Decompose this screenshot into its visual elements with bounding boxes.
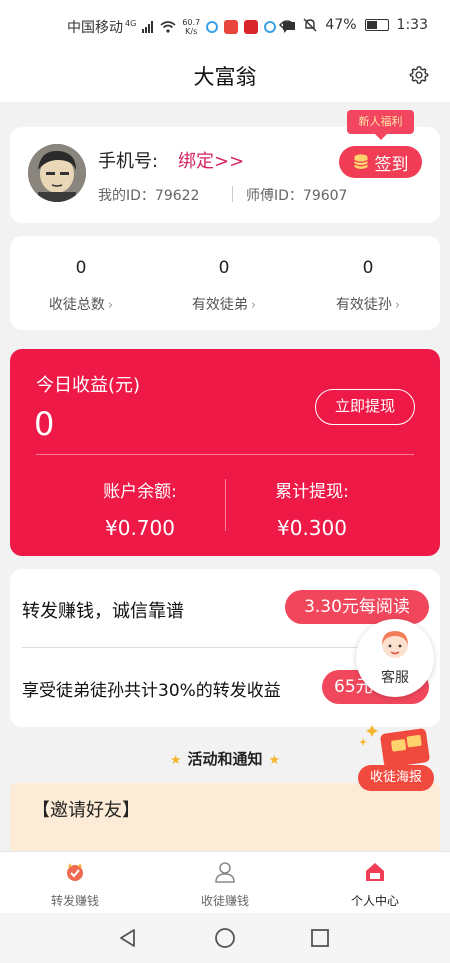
stat-value: 0 (218, 258, 230, 278)
home-icon (366, 863, 384, 881)
status-bar: 中国移动 4G 60.7 K/s 47% 1:33 (0, 0, 450, 52)
poster-label: 收徒海报 (358, 765, 434, 791)
person-icon (215, 862, 235, 883)
chevron-right-icon: › (107, 298, 114, 313)
mute-icon (303, 18, 317, 32)
app-notification-icon (264, 21, 277, 33)
nav-label: 收徒赚钱 (200, 894, 249, 908)
today-earnings-title: 今日收益(元) (36, 375, 141, 396)
app-notification-icon (244, 20, 259, 34)
system-nav-bar (0, 913, 450, 963)
stat-label: 有效徒孙 › (335, 297, 401, 313)
master-id-label: 师傅ID：79607 (246, 188, 348, 204)
today-earnings-value: 0 (34, 405, 55, 443)
nav-label: 个人中心 (350, 894, 399, 908)
stat-value: 0 (75, 258, 87, 278)
promo-line-1: 转发赚钱，诚信靠谱 (22, 601, 184, 622)
balance-block: 账户余额: ¥0.700 (50, 477, 230, 540)
star-icon: ★ (268, 753, 281, 768)
page-title: 大富翁 (193, 65, 257, 89)
wifi-icon (160, 21, 176, 33)
eye-icon (279, 20, 296, 30)
earnings-divider (36, 454, 414, 455)
customer-service-button[interactable]: 客服 (356, 619, 434, 697)
promo-line-2: 享受徒弟徒孙共计30%的转发收益 (22, 681, 281, 701)
forward-earn-icon (67, 863, 83, 881)
balance-label: 账户余额: (103, 482, 177, 502)
service-label: 客服 (381, 670, 409, 686)
recent-apps-icon[interactable] (309, 927, 331, 949)
total-withdrawn-label: 累计提现: (275, 482, 349, 502)
stat-label: 有效徒弟 › (191, 297, 257, 313)
bind-phone-link[interactable]: 绑定>> (178, 147, 244, 173)
earnings-card: 今日收益(元) 0 立即提现 账户余额: ¥0.700 累计提现: ¥0.300 (10, 349, 440, 556)
stat-valid-apprentices[interactable]: 0 有效徒弟 › (154, 258, 294, 314)
total-withdrawn-block: 累计提现: ¥0.300 (222, 477, 402, 540)
gear-icon[interactable] (408, 64, 430, 86)
battery-percent: 47% (325, 17, 357, 33)
bottom-nav: 转发赚钱 收徒赚钱 个人中心 (0, 851, 450, 913)
avatar-image (28, 144, 86, 202)
avatar[interactable] (28, 144, 86, 202)
nav-personal-center[interactable]: 个人中心 (315, 860, 435, 909)
nav-forward-earn[interactable]: 转发赚钱 (15, 860, 135, 909)
clock: 1:33 (396, 17, 428, 33)
promo-pill-1[interactable]: 3.30元每阅读 (285, 590, 429, 624)
app-notification-icon (224, 20, 239, 34)
stat-valid-grand-apprentices[interactable]: 0 有效徒孙 › (298, 258, 438, 314)
signal-icon (142, 21, 154, 33)
carrier-label: 中国移动 (67, 20, 123, 36)
back-icon[interactable] (117, 927, 139, 949)
service-agent-icon (382, 631, 408, 658)
home-circle-icon[interactable] (214, 927, 236, 949)
nav-recruit-earn[interactable]: 收徒赚钱 (165, 860, 285, 909)
balance-value: ¥0.700 (105, 516, 175, 540)
signin-button[interactable]: 签到 (339, 146, 422, 178)
total-withdrawn-value: ¥0.300 (277, 516, 347, 540)
coins-icon (353, 154, 368, 169)
signin-label: 签到 (374, 154, 409, 175)
stat-label: 收徒总数 › (48, 297, 114, 313)
stat-total-apprentices[interactable]: 0 收徒总数 › (11, 258, 151, 314)
withdraw-button[interactable]: 立即提现 (315, 389, 415, 425)
apprentice-poster-button[interactable]: 收徒海报 (356, 725, 434, 793)
phone-label: 手机号: (98, 151, 159, 172)
battery-icon (364, 19, 389, 31)
stat-value: 0 (362, 258, 374, 278)
newbie-welfare-badge[interactable]: 新人福利 (347, 110, 414, 140)
title-bar: 大富翁 (0, 52, 450, 102)
invite-title: 【邀请好友】 (32, 800, 140, 821)
network-label: 4G (125, 18, 137, 28)
chevron-right-icon: › (394, 298, 401, 313)
id-divider (232, 186, 233, 202)
app-notification-icon (206, 21, 219, 33)
my-id-label: 我的ID：79622 (98, 188, 200, 204)
nav-label: 转发赚钱 (50, 894, 99, 908)
red-envelope-icon (359, 725, 430, 768)
chevron-right-icon: › (250, 298, 257, 313)
net-speed: 60.7 K/s (182, 18, 201, 36)
star-icon: ★ (169, 753, 182, 768)
